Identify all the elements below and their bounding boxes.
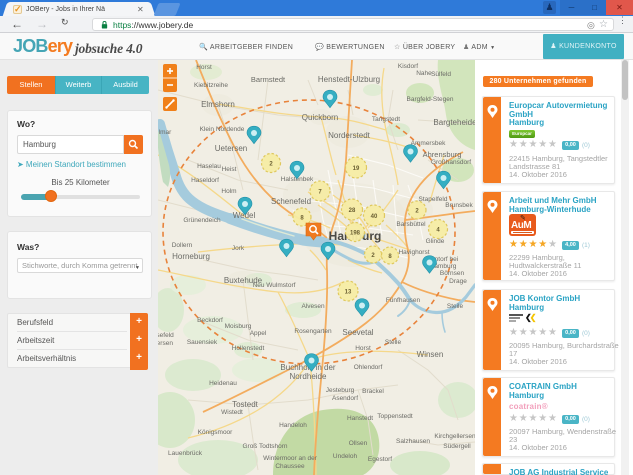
svg-text:Kiebitzreihe: Kiebitzreihe — [194, 82, 228, 89]
svg-text:Havighorst: Havighorst — [398, 249, 429, 256]
svg-text:Groß Todtshorn: Groß Todtshorn — [242, 443, 287, 450]
svg-text:Tostedt: Tostedt — [232, 400, 259, 409]
svg-text:Handeloh: Handeloh — [279, 422, 307, 429]
svg-text:19: 19 — [353, 166, 360, 172]
svg-text:Stelle: Stelle — [385, 339, 402, 346]
svg-text:Hanstedt: Hanstedt — [347, 415, 373, 422]
svg-text:Appel: Appel — [250, 330, 267, 337]
svg-text:Lauenbrück: Lauenbrück — [168, 450, 203, 457]
svg-text:Jork: Jork — [232, 245, 245, 252]
svg-text:Sülfeld: Sülfeld — [431, 71, 451, 78]
svg-text:Seevetal: Seevetal — [342, 328, 373, 337]
svg-text:28: 28 — [349, 208, 356, 214]
svg-text:Chaussee: Chaussee — [275, 463, 305, 470]
svg-text:Heidenau: Heidenau — [209, 380, 237, 387]
svg-text:Norderstedt: Norderstedt — [328, 131, 371, 140]
svg-text:Beckdorf: Beckdorf — [197, 317, 223, 324]
svg-text:Quickborn: Quickborn — [302, 113, 338, 122]
svg-text:13: 13 — [345, 290, 352, 296]
svg-text:rsefeld: rsefeld — [158, 332, 174, 339]
svg-text:Nahe: Nahe — [416, 70, 432, 77]
svg-text:Barmstedt: Barmstedt — [251, 75, 286, 84]
svg-text:lmar: lmar — [159, 129, 172, 136]
svg-text:Egestorf: Egestorf — [368, 456, 392, 463]
svg-text:Ohlendorf: Ohlendorf — [354, 364, 383, 371]
svg-text:Winsen: Winsen — [417, 350, 444, 359]
svg-text:Haseldorf: Haseldorf — [191, 177, 219, 184]
svg-text:Undeloh: Undeloh — [333, 453, 358, 460]
svg-text:Rosengarten: Rosengarten — [294, 328, 332, 335]
svg-text:Wintermoor an der: Wintermoor an der — [263, 455, 318, 462]
svg-text:Drage: Drage — [449, 278, 467, 285]
svg-text:Holm: Holm — [221, 188, 236, 195]
svg-text:Toppenstedt: Toppenstedt — [377, 413, 413, 420]
svg-text:Asendorf: Asendorf — [332, 395, 358, 402]
svg-text:Kisdorf: Kisdorf — [398, 63, 418, 70]
svg-text:Heist: Heist — [222, 166, 237, 173]
svg-text:gersen: gersen — [158, 340, 173, 347]
svg-text:Fünfhausen: Fünfhausen — [386, 297, 421, 304]
svg-text:Tangstedt: Tangstedt — [372, 116, 400, 123]
svg-text:Klein Nordende: Klein Nordende — [200, 126, 245, 133]
svg-text:Brackel: Brackel — [362, 388, 384, 395]
svg-text:Elmshorn: Elmshorn — [201, 100, 235, 109]
svg-text:Schenefeld: Schenefeld — [271, 197, 311, 206]
svg-text:Uetersen: Uetersen — [215, 144, 247, 153]
svg-text:Barsbüttel: Barsbüttel — [396, 221, 426, 228]
svg-text:Ahrensburg: Ahrensburg — [423, 150, 462, 159]
svg-text:Börnsen: Börnsen — [440, 270, 465, 277]
svg-text:Bargfeld-Stegen: Bargfeld-Stegen — [407, 96, 454, 103]
svg-text:Horst: Horst — [196, 64, 212, 71]
svg-text:Jesteburg: Jesteburg — [326, 387, 355, 394]
svg-text:Dollern: Dollern — [172, 242, 193, 249]
svg-text:Wistedt: Wistedt — [221, 409, 243, 416]
svg-text:Neu Wulmstorf: Neu Wulmstorf — [253, 282, 296, 289]
svg-text:Henstedt-Ulzburg: Henstedt-Ulzburg — [318, 75, 380, 84]
svg-text:Grünendeich: Grünendeich — [183, 217, 221, 224]
svg-text:Hollenstedt: Hollenstedt — [232, 345, 265, 352]
svg-text:Haselau: Haselau — [197, 163, 221, 170]
svg-text:Ammersbek: Ammersbek — [411, 140, 446, 147]
svg-text:Königsmoor: Königsmoor — [198, 429, 234, 436]
svg-text:Salzhausen: Salzhausen — [396, 438, 430, 445]
svg-text:Stapelfeld: Stapelfeld — [419, 196, 448, 203]
svg-text:Alvesen: Alvesen — [301, 303, 325, 310]
svg-text:Ollsen: Ollsen — [349, 440, 368, 447]
svg-text:Bargteheide: Bargteheide — [433, 118, 475, 127]
svg-text:Nordheide: Nordheide — [290, 372, 327, 381]
svg-text:Glinde: Glinde — [426, 238, 445, 245]
svg-text:Sauensiek: Sauensiek — [187, 339, 218, 346]
svg-text:40: 40 — [371, 214, 378, 220]
svg-text:Großhansdorf: Großhansdorf — [431, 159, 471, 166]
svg-text:Horst: Horst — [355, 345, 371, 352]
svg-text:Brunsbek: Brunsbek — [445, 202, 473, 209]
svg-text:Moisburg: Moisburg — [225, 323, 252, 330]
svg-text:Kirchgellersen: Kirchgellersen — [434, 433, 475, 440]
svg-text:Horneburg: Horneburg — [172, 252, 210, 261]
svg-text:198: 198 — [350, 231, 361, 237]
svg-text:Steile: Steile — [447, 303, 464, 310]
svg-text:Südergell: Südergell — [443, 443, 471, 450]
